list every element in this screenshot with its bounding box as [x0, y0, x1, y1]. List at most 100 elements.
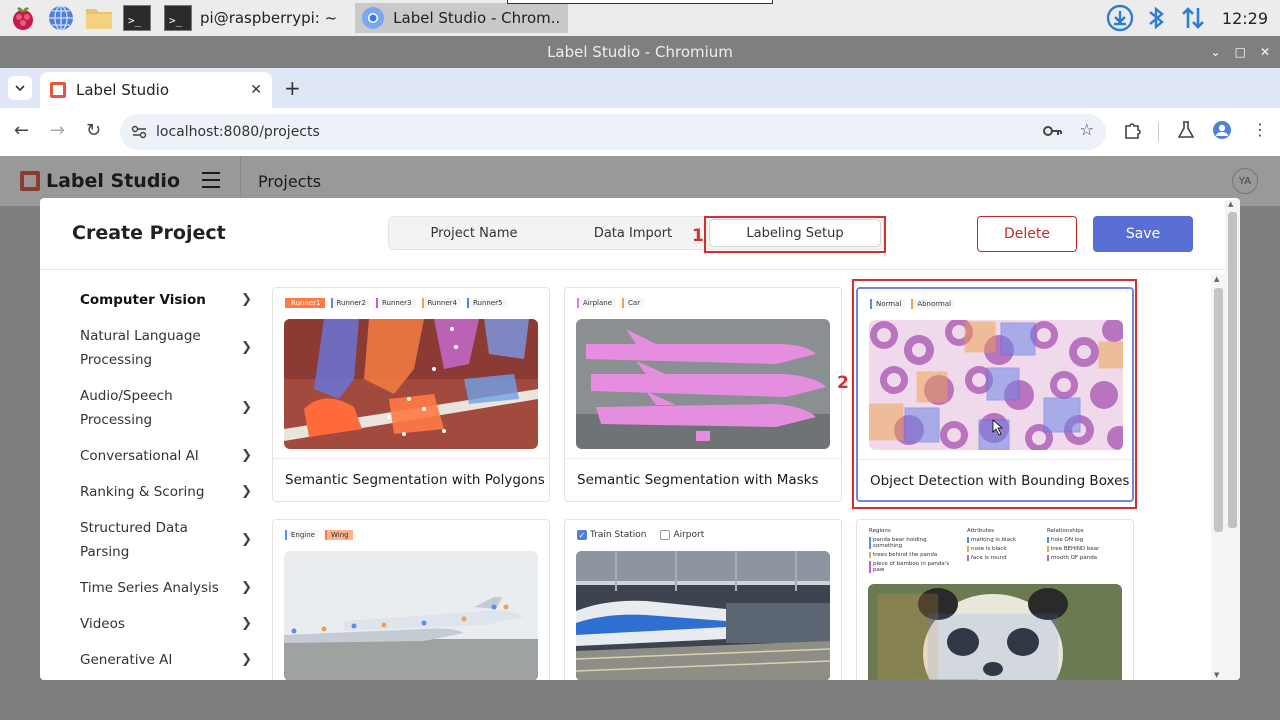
new-tab-icon[interactable]: +: [284, 76, 301, 100]
label-chip: Runner3: [376, 298, 416, 308]
reload-icon[interactable]: ↻: [86, 120, 101, 141]
template-card[interactable]: Regions panda bear holding something tre…: [856, 519, 1134, 680]
profile-icon[interactable]: [1212, 120, 1232, 140]
template-card[interactable]: Runner1 Runner2 Runner3 Runner4 Runner5: [272, 287, 550, 502]
template-preview-image: [284, 551, 538, 680]
browser-task[interactable]: Label Studio - Chrom..: [355, 3, 569, 33]
bookmark-star-icon[interactable]: ☆: [1080, 120, 1094, 142]
column-header: Attributes: [967, 528, 995, 534]
network-transfer-icon[interactable]: [1180, 4, 1206, 32]
template-card-title: Semantic Segmentation with Polygons: [285, 472, 545, 488]
window-edge: [507, 0, 773, 4]
url-text: localhost:8080/projects: [156, 124, 320, 140]
sidebar-item-structured-data-parsing[interactable]: Structured Data Parsing ❯: [80, 516, 252, 564]
label-chips: ✓ Train Station Airport: [577, 530, 704, 540]
extensions-icon[interactable]: [1124, 120, 1142, 140]
column-header: Relationships: [1047, 528, 1084, 534]
attribute-item: face is round: [967, 555, 1037, 561]
annotation-number-2: 2: [837, 373, 849, 393]
browser-menu-icon[interactable]: ⋮: [1252, 120, 1268, 139]
label-chip: Train Station: [590, 530, 647, 540]
save-button[interactable]: Save: [1093, 216, 1193, 252]
terminal-launcher-icon[interactable]: >_: [122, 3, 152, 33]
close-window-icon[interactable]: ✕: [1260, 45, 1270, 59]
sidebar-item-natural-language-processing[interactable]: Natural Language Processing ❯: [80, 324, 252, 372]
sidebar-item-videos[interactable]: Videos ❯: [80, 612, 252, 636]
label-chip: Runner5: [467, 298, 507, 308]
forward-icon[interactable]: →: [50, 120, 65, 141]
scroll-up-arrow-icon[interactable]: ▲: [1214, 275, 1219, 283]
tab-search-dropdown-icon[interactable]: [8, 76, 32, 100]
address-bar[interactable]: localhost:8080/projects ☆: [120, 114, 1106, 150]
label-chip: Engine: [285, 530, 319, 540]
airport-option[interactable]: Airport: [660, 530, 704, 540]
browser-tab-label-studio[interactable]: Label Studio ✕: [40, 72, 272, 108]
tab-project-name[interactable]: Project Name: [389, 217, 559, 249]
sidebar-item-label: Audio/Speech Processing: [80, 388, 173, 428]
raspberry-menu-icon[interactable]: [8, 3, 38, 33]
bluetooth-icon[interactable]: [1146, 4, 1166, 32]
scrollbar-thumb[interactable]: [1214, 288, 1223, 532]
close-tab-icon[interactable]: ✕: [250, 82, 262, 98]
template-grid-scrollbar[interactable]: ▲ ▼: [1211, 274, 1225, 680]
app-logo[interactable]: Label Studio: [20, 170, 180, 192]
clock: 12:29: [1221, 8, 1268, 28]
label-studio-logo-icon: [20, 171, 40, 191]
relationship-item: tree BEHIND bear: [1047, 546, 1117, 552]
annotation-number-1: 1: [692, 226, 704, 246]
template-card-title: Semantic Segmentation with Masks: [577, 472, 819, 488]
sidebar-item-conversational-ai[interactable]: Conversational AI ❯: [80, 444, 252, 468]
label-chip: Car: [622, 298, 645, 308]
relationship-item: hole ON log: [1047, 537, 1117, 543]
password-key-icon[interactable]: [1042, 120, 1062, 142]
template-card[interactable]: Engine Wing: [272, 519, 550, 680]
sidebar-item-generative-ai[interactable]: Generative AI ❯: [80, 648, 252, 672]
browser-toolbar: ← → ↻ localhost:8080/projects ☆ ⋮: [0, 108, 1280, 156]
sidebar-item-audio-speech-processing[interactable]: Audio/Speech Processing ❯: [80, 384, 252, 432]
attribute-item: nose is black: [967, 546, 1037, 552]
template-card[interactable]: Airplane Car Semantic Segmentation with …: [564, 287, 842, 502]
scroll-up-arrow-icon[interactable]: ▲: [1228, 200, 1233, 208]
download-icon[interactable]: [1106, 4, 1134, 32]
scrollbar-thumb[interactable]: [1228, 212, 1237, 528]
browser-tabstrip: Label Studio ✕ +: [0, 68, 1280, 108]
terminal-task[interactable]: >_ pi@raspberrypi: ~: [162, 3, 345, 33]
tab-data-import[interactable]: Data Import: [559, 217, 707, 249]
delete-button[interactable]: Delete: [977, 216, 1077, 252]
modal-scrollbar[interactable]: ▲: [1225, 200, 1240, 680]
sidebar-item-label: Ranking & Scoring: [80, 484, 205, 500]
sidebar-item-ranking-scoring[interactable]: Ranking & Scoring ❯: [80, 480, 252, 504]
back-icon[interactable]: ←: [14, 120, 29, 141]
label-chip: Airplane: [577, 298, 617, 308]
window-title: Label Studio - Chromium: [547, 43, 733, 61]
taskbar: >_ >_ pi@raspberrypi: ~ Label Studio - C…: [0, 0, 1280, 36]
region-item: piece of bamboo in panda's paw: [869, 561, 957, 573]
relationship-item: mouth OF panda: [1047, 555, 1117, 561]
chevron-right-icon: ❯: [241, 616, 252, 631]
window-titlebar: Label Studio - Chromium ⌄ □ ✕: [0, 36, 1280, 68]
file-manager-icon[interactable]: [84, 3, 114, 33]
chevron-right-icon: ❯: [241, 652, 252, 667]
scroll-down-arrow-icon[interactable]: ▼: [1214, 671, 1219, 679]
browser-task-label: Label Studio - Chrom..: [393, 9, 561, 27]
labs-flask-icon[interactable]: [1178, 120, 1194, 140]
label-chip: Airport: [673, 530, 705, 540]
sidebar-item-time-series-analysis[interactable]: Time Series Analysis ❯: [80, 576, 252, 600]
page-title: Projects: [258, 172, 322, 191]
maximize-icon[interactable]: □: [1235, 45, 1246, 59]
template-preview-image: [576, 319, 830, 449]
minimize-icon[interactable]: ⌄: [1211, 45, 1221, 59]
train-station-option[interactable]: ✓ Train Station: [577, 530, 646, 540]
hamburger-menu-icon[interactable]: [202, 172, 220, 193]
region-item: trees behind the panda: [869, 552, 957, 558]
modal-title: Create Project: [72, 222, 226, 244]
template-card[interactable]: ✓ Train Station Airport: [564, 519, 842, 680]
create-project-modal: Create Project Project Name Data Import …: [40, 198, 1240, 680]
highlight-box-object-detection: [852, 279, 1137, 509]
site-info-icon[interactable]: [130, 123, 148, 141]
user-avatar[interactable]: YA: [1232, 168, 1258, 194]
relations-panel: Regions panda bear holding something tre…: [869, 528, 1125, 573]
web-browser-launcher-icon[interactable]: [46, 3, 76, 33]
checkbox-icon: [660, 530, 671, 540]
sidebar-item-computer-vision[interactable]: Computer Vision ❯: [80, 288, 252, 312]
